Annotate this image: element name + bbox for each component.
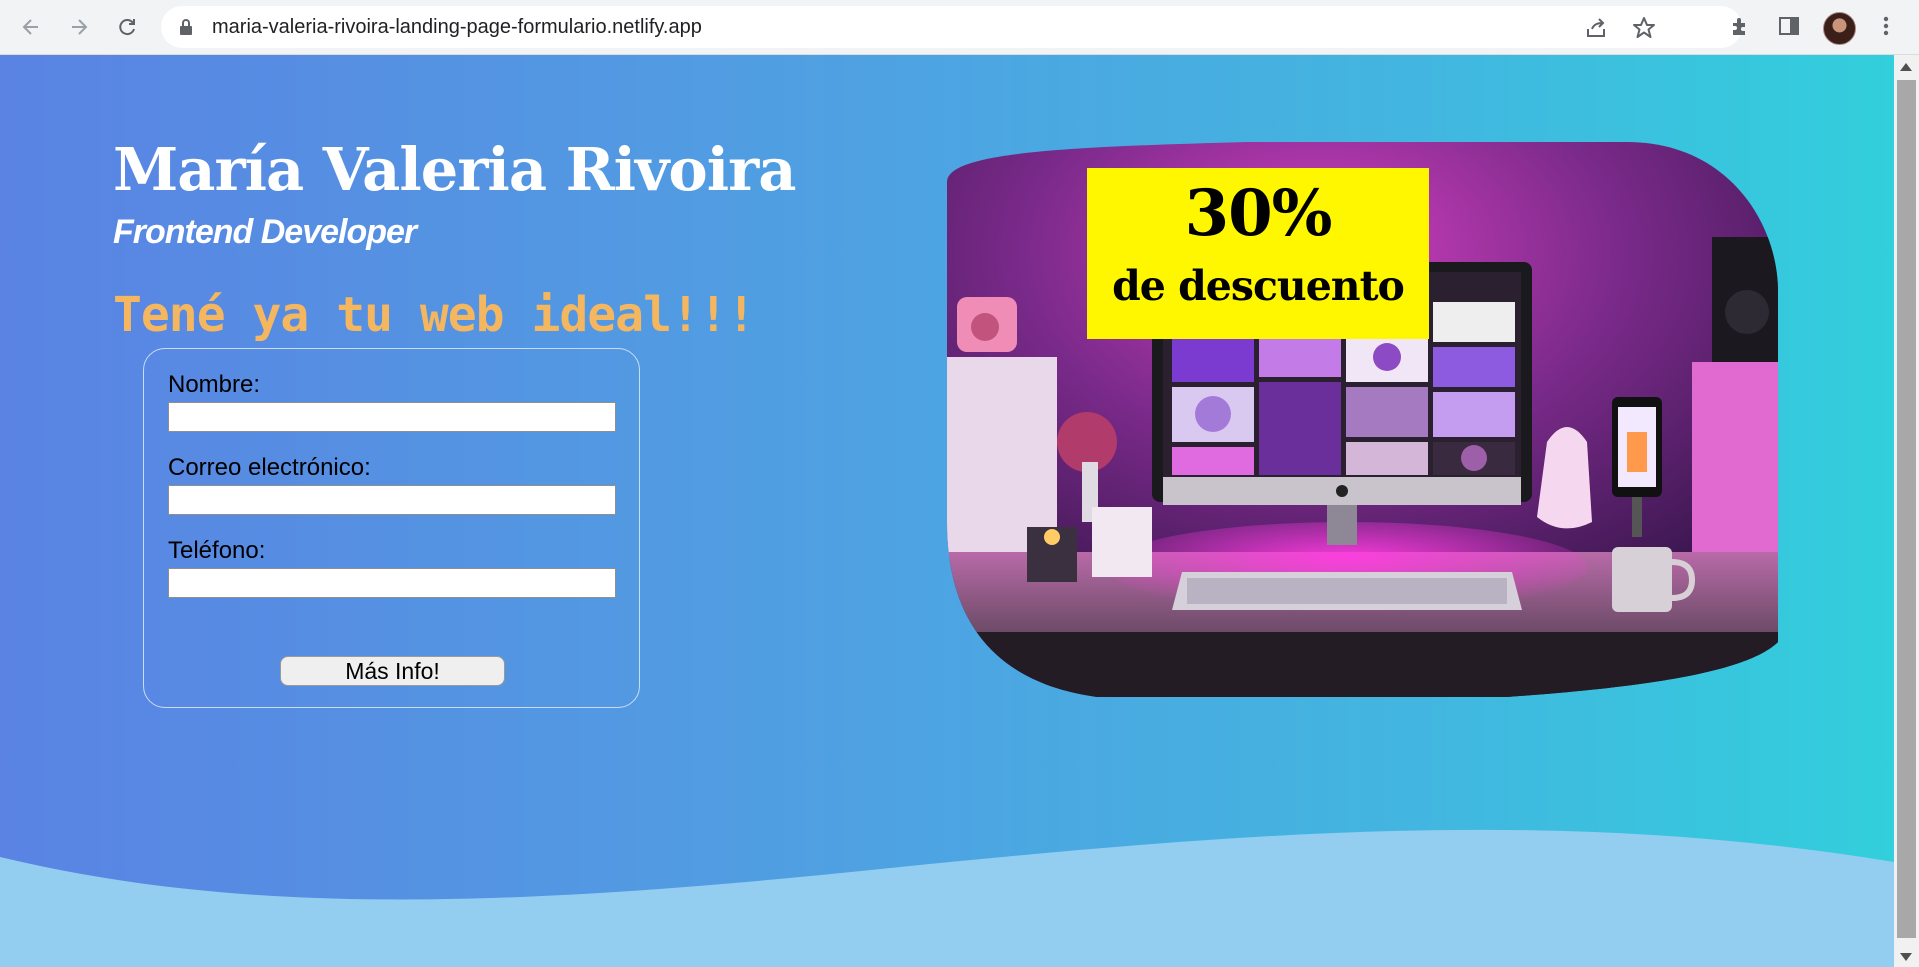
scrollbar-thumb[interactable] [1897,80,1916,938]
discount-text: de descuento [1112,262,1405,310]
discount-percent: 30% [1184,176,1333,251]
email-field[interactable] [168,485,616,515]
url-text[interactable]: maria-valeria-rivoira-landing-page-formu… [212,6,702,48]
address-bar[interactable]: maria-valeria-rivoira-landing-page-formu… [161,6,1742,48]
scroll-down-icon[interactable] [1900,953,1912,961]
more-info-button[interactable]: Más Info! [280,656,505,686]
browser-toolbar: maria-valeria-rivoira-landing-page-formu… [0,0,1919,55]
wave-decoration [0,829,1894,967]
extensions-icon[interactable] [1727,12,1755,40]
reload-icon[interactable] [112,12,142,42]
lock-icon[interactable] [179,18,193,41]
avatar[interactable] [1823,12,1856,45]
tagline: Tené ya tu web ideal!!! [113,287,756,343]
scrollbar[interactable] [1894,55,1919,967]
email-label: Correo electrónico: [168,454,371,481]
contact-form: Nombre: Correo electrónico: Teléfono: Má… [143,348,640,708]
page-subtitle: Frontend Developer [113,213,417,251]
phone-label: Teléfono: [168,537,266,564]
landing-page: María Valeria Rivoira Frontend Developer… [0,55,1894,967]
share-icon[interactable] [1584,16,1608,40]
back-icon[interactable] [16,12,46,42]
phone-field[interactable] [168,568,616,598]
side-panel-icon[interactable] [1775,12,1803,40]
name-field[interactable] [168,402,616,432]
menu-icon[interactable] [1872,12,1900,40]
star-icon[interactable] [1632,16,1656,40]
name-label: Nombre: [168,371,261,398]
forward-icon[interactable] [64,12,94,42]
page-title: María Valeria Rivoira [113,135,796,204]
scroll-up-icon[interactable] [1900,63,1912,71]
discount-badge: 30% de descuento [1087,168,1429,339]
